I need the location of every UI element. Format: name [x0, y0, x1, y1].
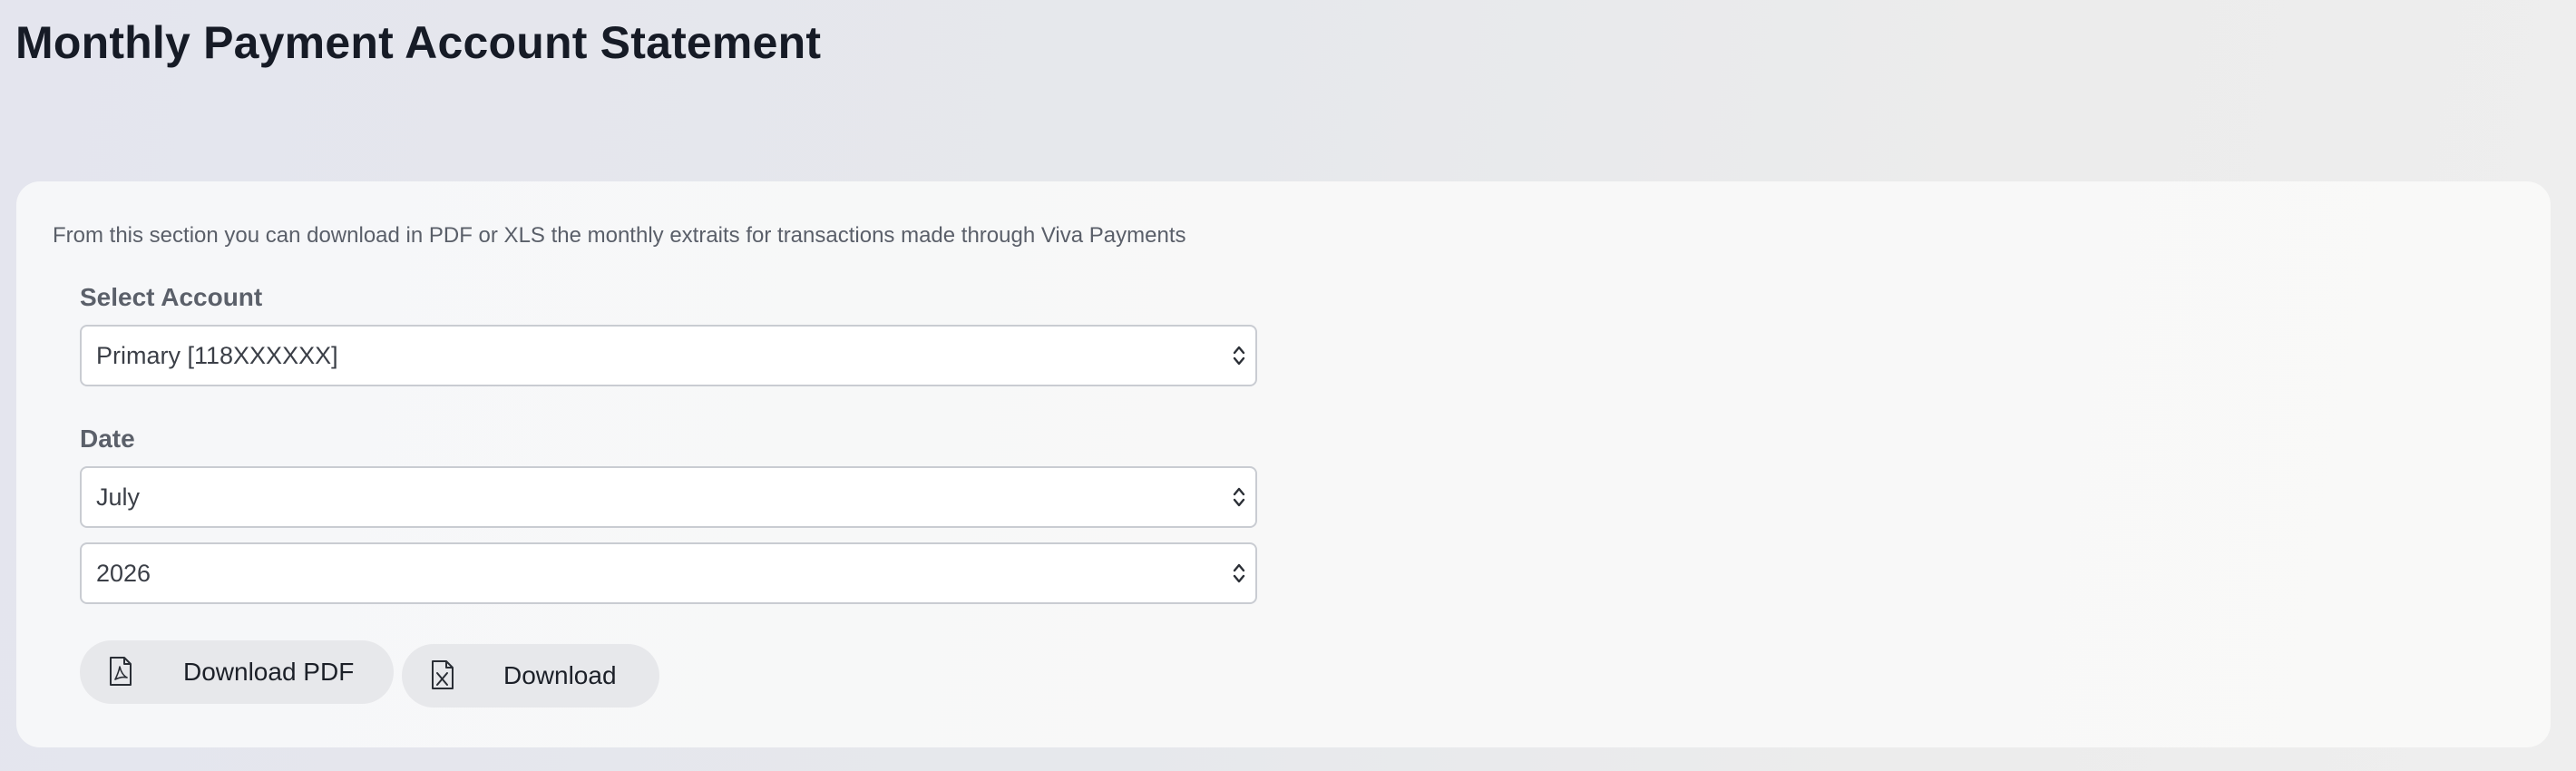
download-pdf-label: Download PDF [183, 658, 355, 686]
account-select[interactable]: Primary [118XXXXXX] [80, 325, 1257, 386]
year-select-value: 2026 [96, 560, 151, 587]
chevron-updown-icon [1233, 487, 1245, 507]
download-xls-label: Download [503, 661, 617, 689]
page-title: Monthly Payment Account Statement [15, 17, 822, 68]
date-label: Date [80, 425, 135, 453]
statement-card: From this section you can download in PD… [16, 181, 2551, 747]
excel-file-icon [432, 660, 454, 689]
year-select[interactable]: 2026 [80, 542, 1257, 604]
month-select[interactable]: July [80, 466, 1257, 528]
section-description: From this section you can download in PD… [53, 223, 1186, 248]
chevron-updown-icon [1233, 346, 1245, 366]
chevron-updown-icon [1233, 563, 1245, 583]
download-pdf-button[interactable]: Download PDF [80, 640, 394, 704]
pdf-file-icon [110, 657, 132, 686]
select-account-label: Select Account [80, 283, 263, 311]
month-select-value: July [96, 483, 141, 511]
download-xls-button[interactable]: Download [402, 644, 659, 708]
account-select-value: Primary [118XXXXXX] [96, 342, 338, 369]
